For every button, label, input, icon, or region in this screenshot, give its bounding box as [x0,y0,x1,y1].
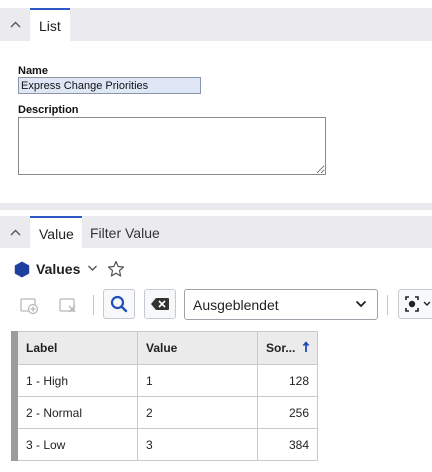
chevron-down-icon [355,300,367,308]
cell-value[interactable]: 1 [137,364,258,397]
add-record-button[interactable] [14,290,44,320]
list-tab-bar: List [0,8,432,41]
cell-sort[interactable]: 128 [257,364,318,397]
delete-record-icon [59,298,76,313]
clear-filter-button[interactable] [144,289,176,319]
column-header-label-text: Label [26,341,58,355]
column-header-sort[interactable]: Sor... [257,331,318,365]
view-settings-button[interactable] [398,289,432,319]
description-label: Description [18,104,79,116]
filter-select[interactable]: Ausgeblendet [184,289,378,320]
view-settings-icon [405,296,431,312]
collapse-value-button[interactable] [2,217,28,247]
chevron-up-icon [10,21,20,27]
column-header-value-text: Value [146,341,178,355]
column-header-sort-text: Sor... [266,341,296,355]
column-header-label[interactable]: Label [17,331,138,365]
sort-ascending-icon [302,341,310,352]
delete-record-button[interactable] [53,290,83,320]
toolbar-divider [387,295,388,315]
values-grid: Label Value Sor... 1 - High 1 128 2 - No… [11,331,318,461]
name-field[interactable] [18,77,201,94]
table-row[interactable]: 1 - High 1 128 [11,364,318,397]
tab-value[interactable]: Value [30,216,82,249]
cell-label[interactable]: 2 - Normal [17,396,138,429]
collapse-list-button[interactable] [2,9,28,39]
search-button[interactable] [103,289,135,319]
table-row[interactable]: 2 - Normal 2 256 [11,396,318,429]
cell-value[interactable]: 2 [137,396,258,429]
table-row[interactable]: 3 - Low 3 384 [11,428,318,461]
list-panel: List Name Description [0,0,432,203]
tab-value-label: Value [39,225,74,242]
cell-label[interactable]: 1 - High [17,364,138,397]
cell-label[interactable]: 3 - Low [17,428,138,461]
chevron-down-icon[interactable] [87,264,98,272]
value-tab-bar: Value Filter Value [0,216,432,249]
tab-filter-value[interactable]: Filter Value [90,216,160,249]
star-icon[interactable] [107,260,125,278]
tab-filter-value-label: Filter Value [90,224,160,241]
search-icon [110,295,128,313]
value-panel: Value Filter Value Values Ausgeblendet L… [0,210,432,472]
cell-value[interactable]: 3 [137,428,258,461]
name-label: Name [18,65,48,77]
toolbar-divider [93,295,94,315]
description-field[interactable] [18,117,326,175]
chevron-up-icon [10,229,20,235]
cell-sort[interactable]: 256 [257,396,318,429]
column-header-value[interactable]: Value [137,331,258,365]
cell-sort[interactable]: 384 [257,428,318,461]
tab-list-label: List [39,17,61,34]
filter-select-value: Ausgeblendet [193,296,279,313]
clear-filter-icon [151,298,169,310]
values-title: Values [36,261,81,277]
add-record-icon [20,298,39,315]
hexagon-icon [14,261,30,278]
tab-list[interactable]: List [30,8,70,41]
